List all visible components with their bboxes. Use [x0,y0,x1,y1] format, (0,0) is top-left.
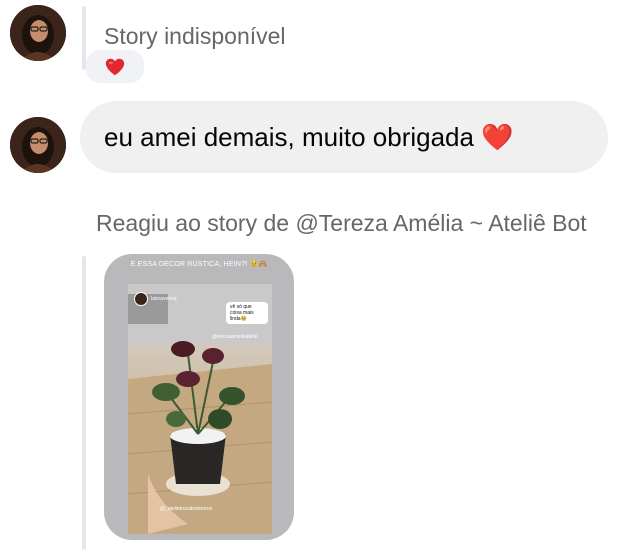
story-avatar-icon [134,292,148,306]
reply-indicator-bar [82,256,86,550]
story-mention-bottom: @_atelietrezabotanicos [160,506,213,512]
message-text: eu amei demais, muito obrigada ❤️ [104,121,514,152]
avatar-image [10,117,66,173]
story-preview[interactable]: E ESSA DECOR RÚSTICA, HEIN?! 🥹🙈 laisrave… [104,254,294,540]
message-bubble[interactable]: eu amei demais, muito obrigada ❤️ [80,101,608,173]
avatar-image [10,5,66,61]
story-username: laisravenna [151,296,177,302]
avatar[interactable] [10,5,66,61]
story-unavailable-text: Story indisponível [104,23,286,49]
story-mention-top: @terezaameliaatelie [212,334,258,340]
avatar[interactable] [10,117,66,173]
story-reaction-caption: Reagiu ao story de @Tereza Amélia ~ Atel… [96,210,587,236]
reaction-pill[interactable] [86,50,144,83]
heart-icon [104,56,126,78]
story-text-sticker: vê só que coisa mais linda🥹 [226,302,268,324]
story-user-row: laisravenna [134,292,177,306]
